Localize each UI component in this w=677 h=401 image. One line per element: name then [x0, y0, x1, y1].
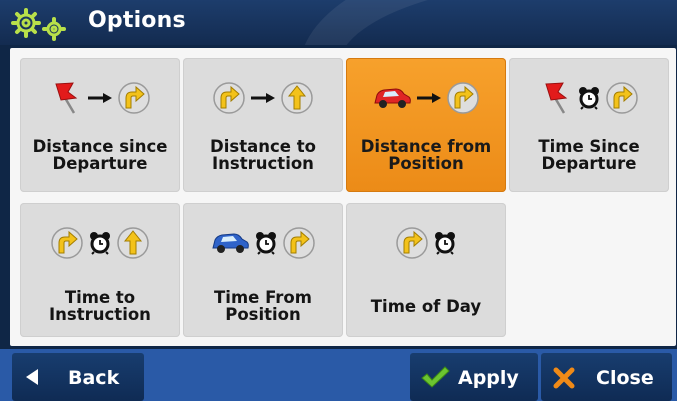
turn-arrow-icon — [396, 227, 428, 259]
turn-arrow-icon — [606, 82, 638, 114]
alarm-clock-icon — [90, 232, 110, 255]
back-arrow-icon — [26, 369, 38, 385]
bottom-toolbar: Back Apply Close — [0, 349, 677, 401]
tile-label: Time to Instruction — [49, 288, 151, 324]
close-button[interactable]: Close — [541, 353, 672, 401]
options-panel: Distance since Departure Distance to Ins… — [10, 48, 676, 346]
apply-button[interactable]: Apply — [410, 353, 538, 401]
car-icon — [212, 233, 249, 253]
tile-time-of-day[interactable]: Time of Day — [346, 203, 506, 337]
arrow-right-icon — [417, 93, 441, 103]
tile-time-since-departure[interactable]: Time Since Departure — [509, 58, 669, 192]
tile-icons — [183, 221, 343, 265]
tile-label: Time From Position — [214, 288, 312, 324]
alarm-clock-icon — [579, 87, 599, 110]
title-bar: Options — [0, 0, 677, 45]
tile-label: Distance from Position — [360, 137, 492, 173]
alarm-clock-icon — [256, 232, 276, 255]
tile-icons — [20, 76, 180, 120]
tile-distance-since-departure[interactable]: Distance since Departure — [20, 58, 180, 192]
tile-time-to-instruction[interactable]: Time to Instruction — [20, 203, 180, 337]
tile-distance-to-instruction[interactable]: Distance to Instruction — [183, 58, 343, 192]
checkmark-icon — [421, 366, 450, 388]
turn-arrow-icon — [447, 82, 479, 114]
tile-label: Distance since Departure — [32, 137, 168, 173]
tile-icons — [346, 221, 506, 265]
tile-icons — [20, 221, 180, 265]
header-decoration — [300, 0, 677, 45]
tile-icons — [509, 76, 669, 120]
close-button-label: Close — [596, 367, 654, 389]
close-icon — [553, 367, 575, 389]
turn-arrow-icon — [283, 227, 315, 259]
arrow-right-icon — [251, 93, 275, 103]
apply-button-label: Apply — [458, 367, 519, 389]
tile-label: Time Since Departure — [538, 137, 640, 173]
tile-icons — [183, 76, 343, 120]
gear-icon — [11, 8, 66, 41]
flag-icon — [545, 82, 568, 114]
flag-icon — [55, 82, 78, 114]
tile-time-from-position[interactable]: Time From Position — [183, 203, 343, 337]
straight-arrow-icon — [117, 227, 149, 259]
turn-arrow-icon — [118, 82, 150, 114]
tile-label: Distance to Instruction — [210, 137, 316, 173]
tile-distance-from-position[interactable]: Distance from Position — [346, 58, 506, 192]
alarm-clock-icon — [435, 232, 455, 255]
straight-arrow-icon — [281, 82, 313, 114]
page-title: Options — [88, 8, 186, 33]
tile-label: Time of Day — [370, 297, 482, 316]
turn-arrow-icon — [51, 227, 83, 259]
back-button[interactable]: Back — [12, 353, 144, 401]
turn-arrow-icon — [213, 82, 245, 114]
arrow-right-icon — [88, 93, 112, 103]
car-icon — [374, 88, 411, 108]
back-button-label: Back — [68, 367, 120, 389]
tile-icons — [346, 76, 506, 120]
